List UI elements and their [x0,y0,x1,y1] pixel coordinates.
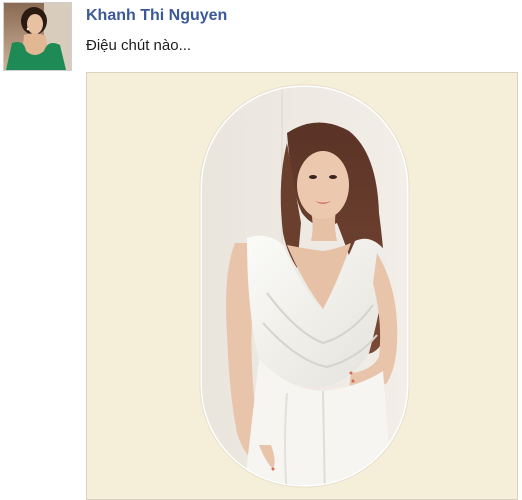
status-text: Điệu chút nào... [86,37,192,54]
author-avatar[interactable] [3,2,72,71]
author-name-link[interactable]: Khanh Thi Nguyen [86,7,227,25]
portrait-photo-icon [199,84,410,488]
post-photo[interactable] [86,72,518,500]
avatar-image-icon [4,3,71,70]
feed-post: Khanh Thi Nguyen Điệu chút nào... [0,0,522,500]
